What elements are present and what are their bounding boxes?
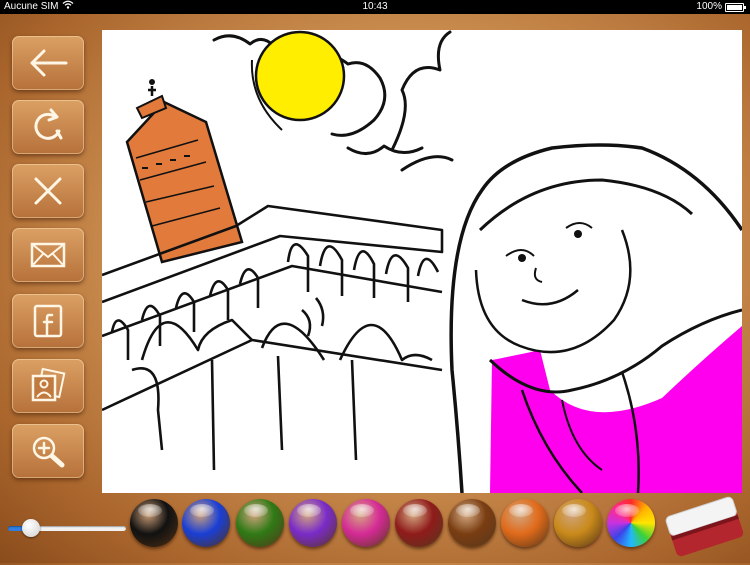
rotate-icon	[34, 108, 63, 140]
arrow-left-icon	[30, 49, 68, 77]
photos-button[interactable]	[12, 359, 84, 413]
color-swatch-orange[interactable]	[501, 499, 549, 547]
facebook-icon	[33, 304, 63, 338]
zoom-button[interactable]	[12, 424, 84, 478]
photo-icon	[31, 367, 66, 402]
slider-thumb[interactable]	[22, 519, 41, 537]
zoom-in-icon	[32, 436, 65, 468]
drawing-canvas[interactable]	[102, 30, 742, 493]
eraser-button[interactable]	[660, 488, 748, 560]
sun	[254, 30, 346, 122]
color-swatch-dark-red[interactable]	[395, 499, 443, 547]
redo-button[interactable]	[12, 100, 84, 154]
battery-icon	[725, 3, 746, 12]
back-button[interactable]	[12, 36, 84, 90]
color-swatch-purple[interactable]	[289, 499, 337, 547]
girl-figure	[449, 143, 742, 493]
coloring-page-illustration	[102, 30, 742, 493]
minaret	[125, 79, 244, 264]
envelope-icon	[30, 242, 66, 268]
color-swatch-gold[interactable]	[554, 499, 602, 547]
status-bar: Aucune SIM 10:43 100%	[0, 0, 750, 14]
color-swatch-pink[interactable]	[342, 499, 390, 547]
eraser-icon	[665, 496, 744, 557]
color-swatch-blue[interactable]	[182, 499, 230, 547]
facebook-button[interactable]	[12, 294, 84, 348]
battery-percent: 100%	[696, 1, 722, 12]
color-swatch-brown[interactable]	[448, 499, 496, 547]
color-swatch-rainbow[interactable]	[607, 499, 655, 547]
close-icon	[34, 177, 62, 205]
clock: 10:43	[362, 1, 388, 12]
brush-size-slider[interactable]	[8, 516, 126, 540]
color-swatch-black[interactable]	[130, 499, 178, 547]
email-button[interactable]	[12, 228, 84, 282]
clear-button[interactable]	[12, 164, 84, 218]
color-swatch-green[interactable]	[236, 499, 284, 547]
